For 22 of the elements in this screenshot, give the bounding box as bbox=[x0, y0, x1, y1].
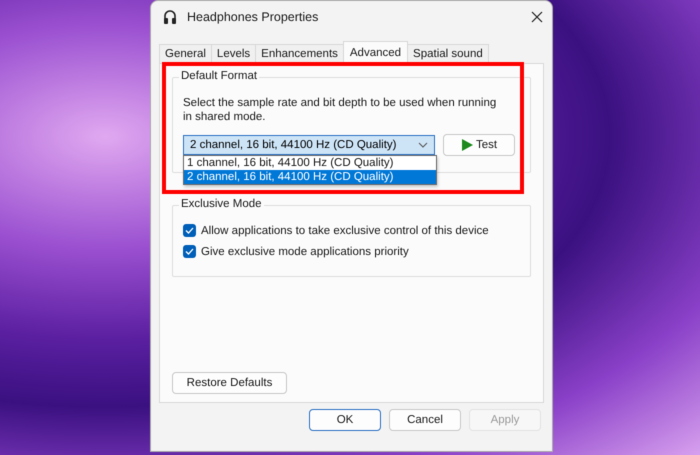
dropdown-option[interactable]: 2 channel, 16 bit, 44100 Hz (CD Quality) bbox=[184, 170, 436, 184]
restore-defaults-button[interactable]: Restore Defaults bbox=[172, 372, 287, 394]
dialog-button[interactable]: Cancel bbox=[389, 409, 461, 431]
format-dropdown[interactable]: 2 channel, 16 bit, 44100 Hz (CD Quality) bbox=[183, 135, 435, 155]
headphones-icon bbox=[163, 9, 177, 25]
checkbox-label: Give exclusive mode applications priority bbox=[201, 246, 409, 258]
dialog-button[interactable]: OK bbox=[309, 409, 381, 431]
group-title: Exclusive Mode bbox=[179, 198, 264, 210]
group-title: Default Format bbox=[179, 70, 260, 82]
description-text: Select the sample rate and bit depth to be used when running in shared mode. bbox=[183, 96, 498, 124]
window-title: Headphones Properties bbox=[187, 10, 320, 24]
play-icon bbox=[460, 139, 473, 151]
checkbox[interactable] bbox=[183, 224, 196, 237]
checkbox-label: Allow applications to take exclusive control of this device bbox=[201, 224, 489, 236]
dropdown-option[interactable]: 1 channel, 16 bit, 44100 Hz (CD Quality) bbox=[184, 156, 436, 170]
tab[interactable]: General bbox=[159, 44, 212, 63]
close-icon[interactable] bbox=[530, 10, 544, 24]
test-button[interactable]: Test bbox=[443, 134, 515, 156]
tab[interactable]: Advanced bbox=[342, 41, 408, 63]
checkbox[interactable] bbox=[183, 245, 196, 258]
tab[interactable]: Spatial sound bbox=[407, 44, 489, 63]
chevron-icon bbox=[418, 142, 428, 148]
